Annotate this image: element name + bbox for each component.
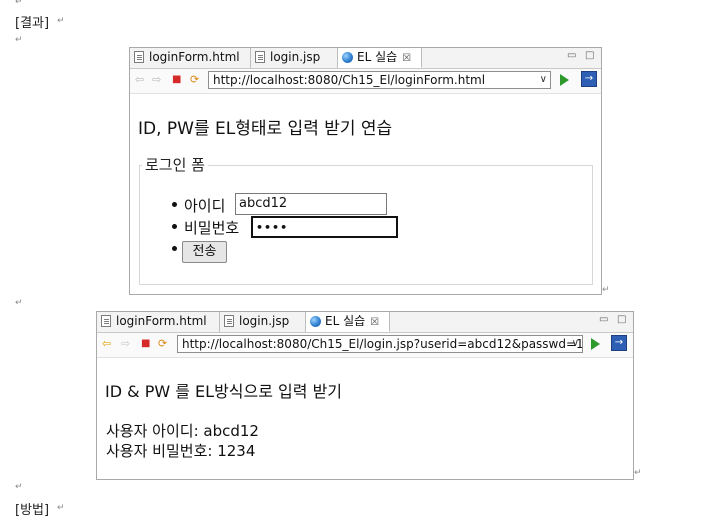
tab-label: EL 실습: [357, 50, 398, 64]
page-heading: ID, PW를 EL형태로 입력 받기 연습: [138, 119, 393, 139]
list-item-id: 아이디: [172, 195, 225, 216]
navigate-icon[interactable]: →: [611, 335, 627, 351]
paragraph-mark: ↵: [15, 298, 23, 308]
tab-label: login.jsp: [270, 50, 321, 64]
bullet: [172, 246, 177, 251]
navigate-icon[interactable]: →: [581, 71, 597, 87]
page-heading: ID & PW 를 EL방식으로 입력 받기: [105, 382, 343, 401]
stop-icon[interactable]: ■: [141, 338, 150, 350]
page-content: ID & PW 를 EL방식으로 입력 받기 사용자 아이디: abcd12 사…: [97, 358, 633, 479]
userid-input[interactable]: abcd12: [235, 193, 387, 215]
paragraph-mark: ↵: [15, 35, 23, 45]
tab-bar: loginForm.html login.jsp EL 실습 ☒ ▭ □: [130, 48, 601, 69]
url-bar[interactable]: http://localhost:8080/Ch15_El/login.jsp?…: [177, 335, 583, 353]
go-icon[interactable]: [591, 338, 600, 350]
user-id-line: 사용자 아이디: abcd12: [106, 422, 259, 440]
list-item-pw: 비밀번호: [172, 217, 239, 238]
tab-label: login.jsp: [239, 314, 290, 328]
paragraph-mark: ↵: [15, 0, 23, 7]
tab-el-practice[interactable]: EL 실습 ☒: [306, 312, 390, 332]
html-file-icon: [101, 315, 111, 327]
globe-icon: [342, 52, 353, 63]
tab-label: EL 실습: [325, 314, 366, 328]
go-icon[interactable]: [560, 74, 569, 86]
id-label: 아이디: [184, 197, 226, 215]
refresh-icon[interactable]: ⟳: [158, 338, 167, 350]
paragraph-mark: ↵: [634, 468, 642, 478]
minimize-icon[interactable]: ▭: [567, 50, 576, 61]
pw-label: 비밀번호: [184, 219, 240, 237]
back-icon[interactable]: ⇦: [135, 74, 144, 86]
tab-login-jsp[interactable]: login.jsp: [251, 48, 338, 68]
tab-loginform-html[interactable]: loginForm.html: [97, 312, 220, 332]
browser-toolbar: ⇦ ⇨ ■ ⟳ http://localhost:8080/Ch15_El/lo…: [130, 69, 601, 94]
paragraph-mark: ↵: [15, 482, 23, 492]
method-label: [방법]: [15, 503, 50, 518]
password-input[interactable]: ••••: [251, 216, 398, 238]
tab-loginform-html[interactable]: loginForm.html: [130, 48, 251, 68]
url-text: http://localhost:8080/Ch15_El/login.jsp?…: [182, 337, 583, 351]
chevron-down-icon[interactable]: ∨: [572, 336, 579, 352]
browser-toolbar: ⇦ ⇨ ■ ⟳ http://localhost:8080/Ch15_El/lo…: [97, 333, 633, 358]
jsp-file-icon: [255, 51, 265, 63]
forward-icon[interactable]: ⇨: [152, 74, 161, 86]
html-file-icon: [134, 51, 144, 63]
page-content: ID, PW를 EL형태로 입력 받기 연습 로그인 폼 아이디 abcd12 …: [130, 94, 601, 294]
tab-bar: loginForm.html login.jsp EL 실습 ☒ ▭ □: [97, 312, 633, 333]
forward-icon[interactable]: ⇨: [121, 338, 130, 350]
paragraph-mark: ↵: [602, 285, 610, 295]
url-bar[interactable]: http://localhost:8080/Ch15_El/loginForm.…: [208, 71, 551, 89]
submit-button[interactable]: 전송: [182, 241, 227, 263]
user-pw-line: 사용자 비밀번호: 1234: [106, 442, 256, 460]
tab-label: loginForm.html: [149, 50, 240, 64]
stop-icon[interactable]: ■: [172, 74, 181, 86]
result-label: [결과]: [15, 16, 50, 31]
bullet: [172, 224, 177, 229]
browser-window-form: loginForm.html login.jsp EL 실습 ☒ ▭ □ ⇦ ⇨ …: [129, 47, 602, 295]
paragraph-mark: ↵: [57, 16, 65, 26]
maximize-icon[interactable]: □: [585, 50, 594, 61]
paragraph-mark: ↵: [57, 503, 65, 513]
url-text: http://localhost:8080/Ch15_El/loginForm.…: [213, 73, 486, 87]
tab-login-jsp[interactable]: login.jsp: [220, 312, 306, 332]
close-tab-icon[interactable]: ☒: [402, 53, 411, 64]
chevron-down-icon[interactable]: ∨: [540, 72, 547, 88]
refresh-icon[interactable]: ⟳: [190, 74, 199, 86]
minimize-icon[interactable]: ▭: [599, 314, 608, 325]
tab-label: loginForm.html: [116, 314, 207, 328]
browser-window-result: loginForm.html login.jsp EL 실습 ☒ ▭ □ ⇦ ⇨ …: [96, 311, 634, 480]
tab-el-practice[interactable]: EL 실습 ☒: [338, 48, 422, 68]
close-tab-icon[interactable]: ☒: [370, 317, 379, 328]
bullet: [172, 202, 177, 207]
back-icon[interactable]: ⇦: [102, 338, 111, 350]
jsp-file-icon: [224, 315, 234, 327]
fieldset-legend: 로그인 폼: [142, 154, 208, 175]
maximize-icon[interactable]: □: [617, 314, 626, 325]
globe-icon: [310, 316, 321, 327]
